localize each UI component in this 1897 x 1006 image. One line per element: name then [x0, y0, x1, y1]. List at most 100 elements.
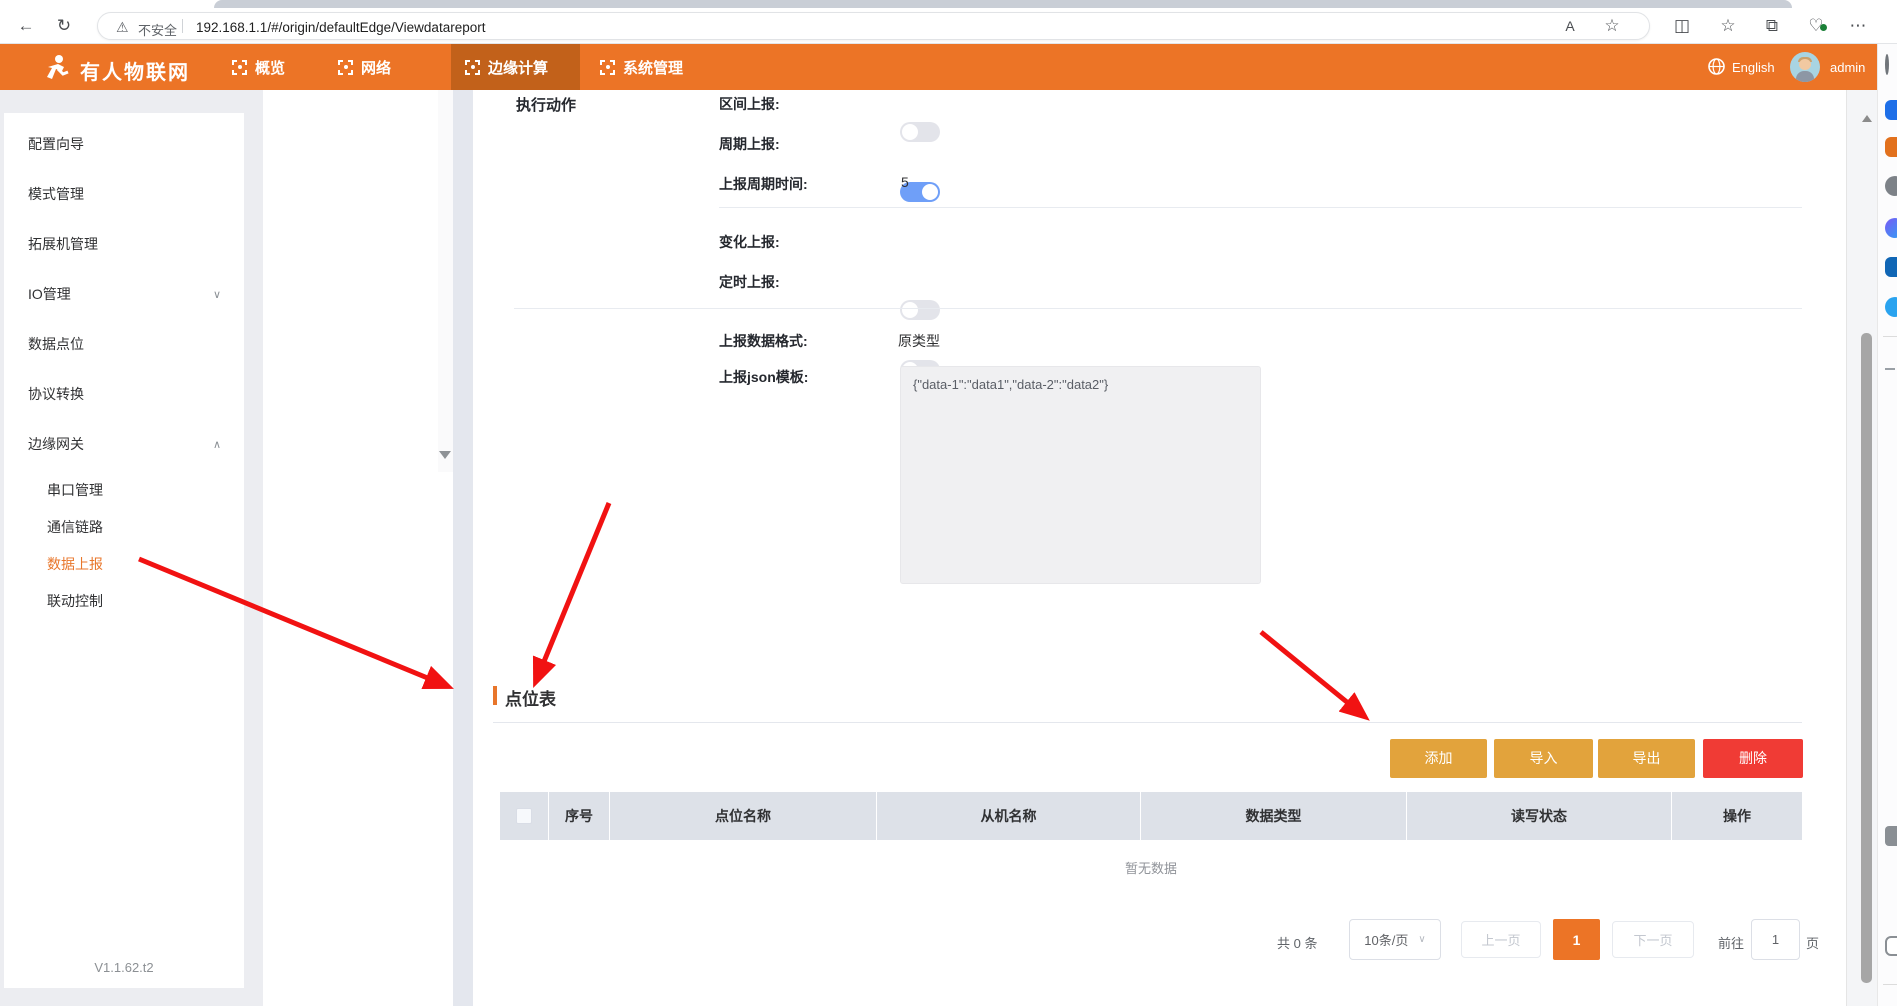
sidebar-blue-app-icon[interactable]	[1885, 100, 1897, 120]
user-name[interactable]: admin	[1830, 60, 1865, 75]
export-button[interactable]: 导出	[1598, 739, 1695, 778]
nav-tab-overview[interactable]: 概览	[218, 44, 299, 90]
current-page-button[interactable]: 1	[1553, 919, 1600, 960]
sidebar-item-serial-management[interactable]: 串口管理	[47, 480, 227, 500]
sub-sidebar-scrollbar[interactable]	[438, 90, 453, 472]
goto-page-suffix: 页	[1806, 933, 1819, 952]
nav-tab-system[interactable]: 系统管理	[586, 44, 697, 90]
avatar[interactable]	[1790, 52, 1820, 82]
table-header-checkbox-cell	[500, 792, 548, 840]
next-page-button[interactable]: 下一页	[1612, 921, 1694, 958]
sidebar-shopping-icon[interactable]	[1885, 137, 1897, 157]
pagination-total: 共 0 条	[1277, 933, 1317, 952]
scan-bracket-icon	[465, 60, 480, 75]
delete-button[interactable]: 删除	[1703, 739, 1803, 778]
language-globe-icon	[1708, 58, 1725, 75]
panel-divider-strip	[453, 90, 473, 1006]
collections-icon[interactable]: ☆	[1714, 12, 1742, 40]
form-divider	[514, 308, 1802, 309]
sidebar-item-edge-gateway[interactable]: 边缘网关	[28, 434, 208, 454]
table-header-slave-name: 从机名称	[876, 792, 1140, 840]
sidebar-bird-app-icon[interactable]	[1885, 297, 1897, 317]
scroll-down-arrow-icon[interactable]	[439, 451, 451, 465]
nav-tab-label: 边缘计算	[488, 57, 548, 78]
sub-sidebar-panel	[263, 90, 453, 1006]
change-report-label: 变化上报:	[719, 232, 780, 252]
interval-report-toggle[interactable]	[900, 122, 940, 142]
goto-page-label: 前往	[1718, 933, 1744, 952]
nav-tab-network[interactable]: 网络	[324, 44, 405, 90]
chevron-down-icon: ∨	[213, 288, 221, 301]
json-template-label: 上报json模板:	[719, 367, 808, 387]
goto-page-input[interactable]	[1751, 919, 1800, 960]
json-template-textarea[interactable]: {"data-1":"data1","data-2":"data2"}	[900, 366, 1261, 584]
sidebar-people-icon[interactable]	[1885, 176, 1897, 196]
sidebar-item-data-report[interactable]: 数据上报	[47, 554, 227, 574]
sidebar-item-data-points[interactable]: 数据点位	[28, 334, 208, 354]
browser-reload-icon[interactable]: ↻	[50, 12, 78, 40]
language-switch[interactable]: English	[1732, 60, 1775, 75]
browser-tab-strip-bar	[214, 0, 1792, 8]
timing-report-label: 定时上报:	[719, 272, 780, 292]
chevron-down-icon: ∨	[1418, 934, 1425, 945]
browser-more-icon[interactable]: ⋯	[1844, 12, 1872, 40]
sidebar-item-expansion-management[interactable]: 拓展机管理	[28, 234, 208, 254]
report-format-label: 上报数据格式:	[719, 331, 808, 351]
period-time-label: 上报周期时间:	[719, 174, 808, 194]
import-button[interactable]: 导入	[1494, 739, 1593, 778]
prev-page-button[interactable]: 上一页	[1461, 921, 1541, 958]
nav-tab-label: 网络	[361, 57, 391, 78]
nav-tab-edge-computing[interactable]: 边缘计算	[451, 44, 580, 90]
url-text[interactable]: 192.168.1.1/#/origin/defaultEdge/Viewdat…	[196, 20, 485, 35]
section-divider	[493, 722, 1802, 723]
add-button[interactable]: 添加	[1390, 739, 1487, 778]
chevron-up-icon: ∧	[213, 438, 221, 451]
address-divider	[182, 19, 183, 33]
sidebar-item-mode-management[interactable]: 模式管理	[28, 184, 208, 204]
points-table-title: 点位表	[505, 685, 556, 710]
sidebar-copilot-icon[interactable]	[1885, 218, 1897, 238]
page-size-value: 10条/页	[1364, 930, 1408, 949]
nav-tab-label: 系统管理	[623, 57, 683, 78]
split-screen-icon[interactable]: ◫	[1668, 12, 1696, 40]
sidebar-item-linkage-control[interactable]: 联动控制	[47, 591, 227, 611]
scan-bracket-icon	[600, 60, 615, 75]
nav-tab-label: 概览	[255, 57, 285, 78]
form-divider	[719, 207, 1802, 208]
sidebar-item-config-wizard[interactable]: 配置向导	[28, 134, 208, 154]
scan-bracket-icon	[338, 60, 353, 75]
read-aloud-icon[interactable]: A	[1556, 12, 1584, 40]
browser-side-rail	[1877, 44, 1897, 1006]
change-report-toggle[interactable]	[900, 300, 940, 320]
report-format-value: 原类型	[898, 331, 940, 351]
scroll-up-arrow-icon[interactable]	[1862, 110, 1872, 122]
page-scrollbar-thumb[interactable]	[1861, 333, 1872, 983]
sidebar-outlook-icon[interactable]	[1885, 257, 1897, 277]
browser-back-icon[interactable]: ←	[12, 12, 40, 40]
form-section-title: 执行动作	[516, 94, 576, 115]
favorite-star-icon[interactable]: ☆	[1598, 12, 1626, 40]
sidebar-settings-icon[interactable]	[1885, 826, 1897, 846]
side-rail-divider	[1883, 984, 1897, 985]
security-label[interactable]: 不安全	[138, 20, 177, 39]
firmware-version: V1.1.62.t2	[4, 960, 244, 975]
period-report-label: 周期上报:	[719, 134, 780, 154]
select-all-checkbox[interactable]	[516, 808, 532, 824]
page-size-select[interactable]: 10条/页 ∨	[1349, 919, 1441, 960]
table-empty-text: 暂无数据	[500, 858, 1802, 877]
table-header-rw-status: 读写状态	[1406, 792, 1671, 840]
brand-title: 有人物联网	[80, 56, 190, 85]
sidebar-item-communication-link[interactable]: 通信链路	[47, 517, 227, 537]
sidebar-collapse-icon[interactable]	[1885, 368, 1895, 370]
section-accent-bar	[493, 686, 497, 705]
scan-bracket-icon	[232, 60, 247, 75]
sidebar-item-protocol-conversion[interactable]: 协议转换	[28, 384, 208, 404]
period-time-value: 5	[901, 174, 909, 190]
table-header-index: 序号	[548, 792, 609, 840]
sidebar-app-frame-icon[interactable]	[1885, 936, 1897, 956]
sidebar-search-icon[interactable]	[1885, 56, 1897, 76]
sidebar-item-io-management[interactable]: IO管理	[28, 284, 208, 304]
side-rail-divider	[1883, 336, 1897, 337]
essentials-status-dot	[1820, 24, 1827, 31]
duplicate-tab-icon[interactable]: ⧉	[1758, 12, 1786, 40]
